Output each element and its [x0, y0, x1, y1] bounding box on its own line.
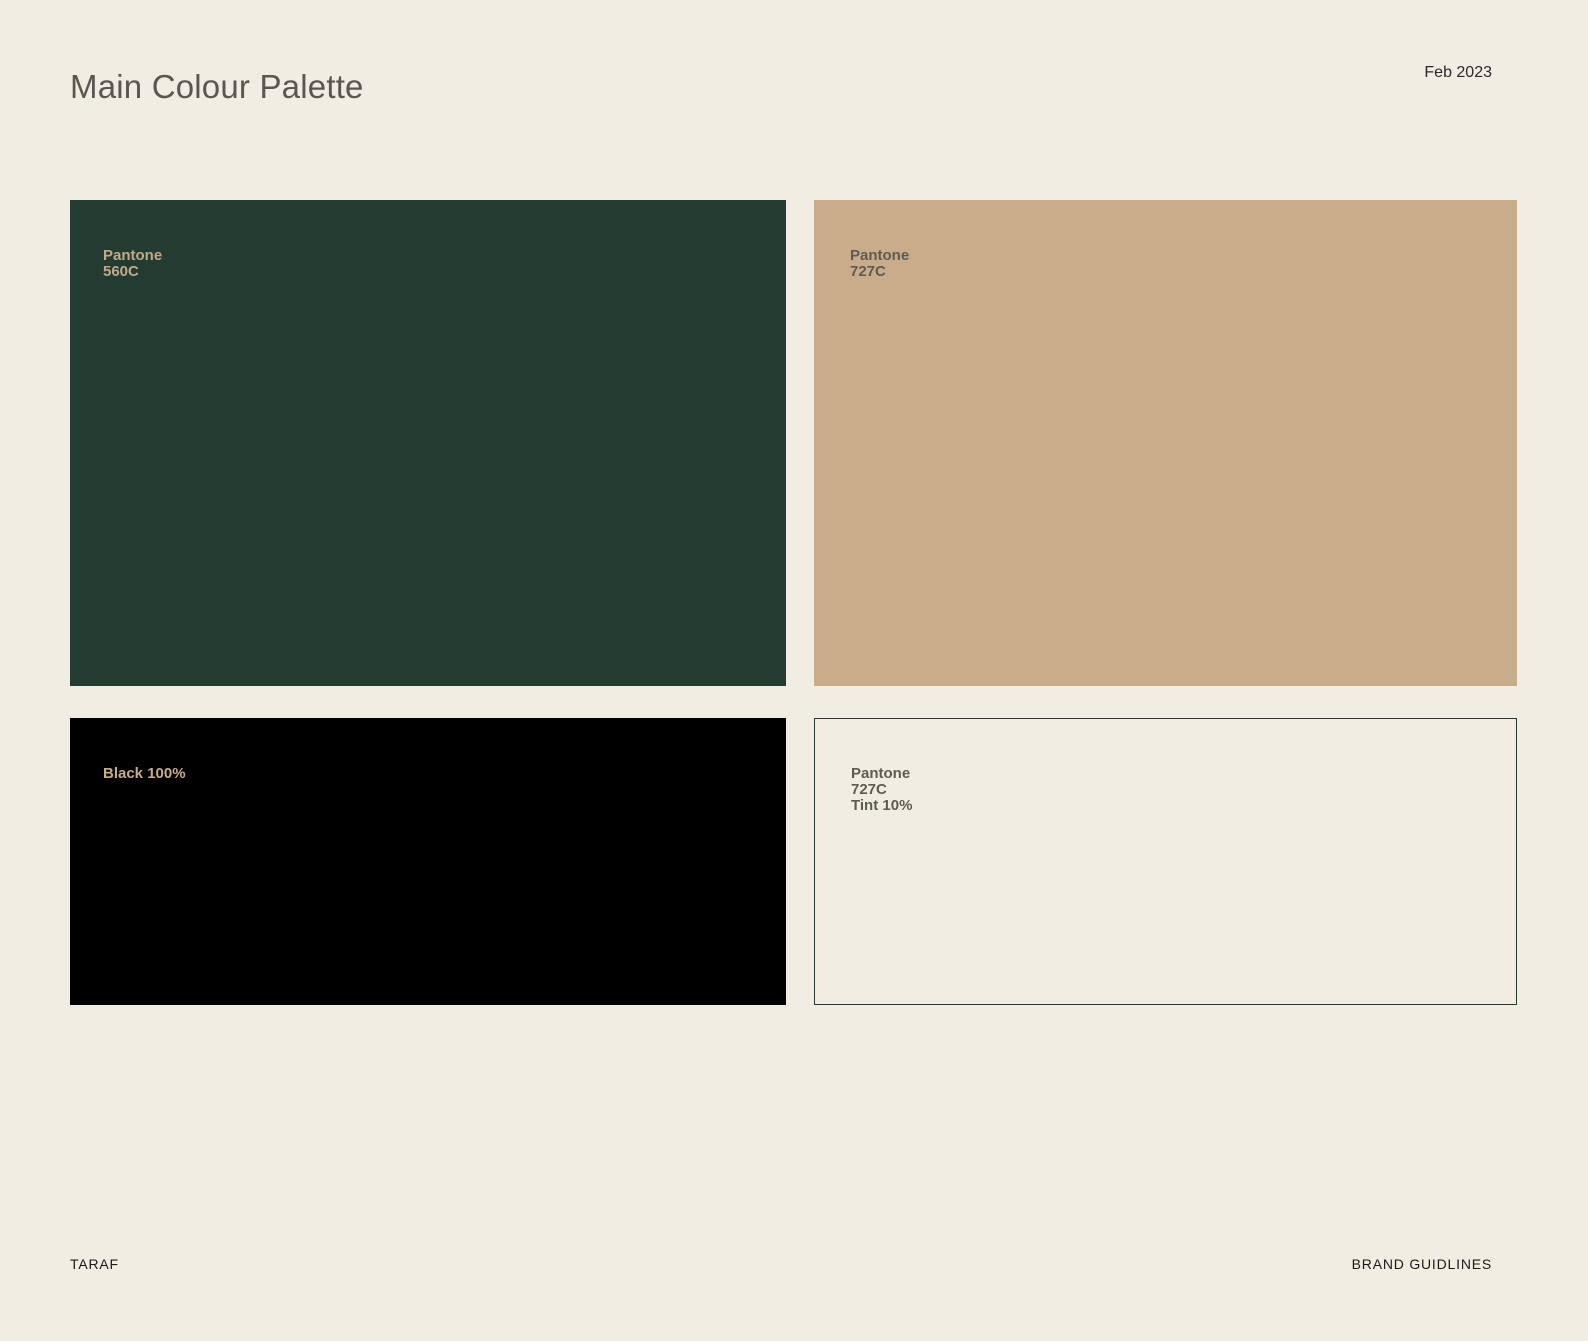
swatch-label: Pantone 727C [850, 247, 910, 280]
swatch-black-100: Black 100% [70, 718, 786, 1005]
swatch-pantone-727c-tint-10: Pantone 727C Tint 10% [814, 718, 1517, 1005]
swatch-label: Pantone 560C [103, 247, 163, 280]
swatch-label: Pantone 727C Tint 10% [851, 765, 913, 814]
footer-brand-name: TARAF [70, 1256, 119, 1272]
footer-document-name: BRAND GUIDLINES [1351, 1256, 1492, 1272]
page-date: Feb 2023 [1424, 64, 1492, 81]
swatch-pantone-560c: Pantone 560C [70, 200, 786, 686]
page-title: Main Colour Palette [70, 68, 364, 105]
swatch-pantone-727c: Pantone 727C [814, 200, 1517, 686]
swatch-label: Black 100% [103, 765, 186, 782]
